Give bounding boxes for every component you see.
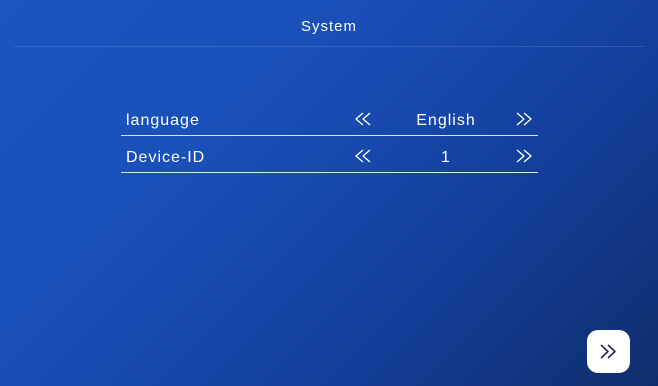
system-screen: System language English Device-ID 1 [0, 0, 658, 386]
double-chevron-right-icon [516, 149, 532, 163]
double-chevron-left-icon [355, 112, 371, 126]
setting-label-device-id: Device-ID [126, 149, 206, 166]
device-id-next-button[interactable] [515, 147, 533, 165]
setting-value-device-id: 1 [441, 149, 451, 166]
setting-label-language: language [126, 112, 200, 129]
device-id-prev-button[interactable] [354, 147, 372, 165]
double-chevron-left-icon [355, 149, 371, 163]
title-divider [14, 46, 644, 47]
double-chevron-right-icon [600, 344, 616, 359]
page-title: System [300, 18, 357, 35]
setting-row-device-id: Device-ID 1 [121, 145, 538, 173]
language-next-button[interactable] [515, 110, 533, 128]
row-divider [121, 171, 538, 173]
double-chevron-right-icon [516, 112, 532, 126]
next-page-button[interactable] [587, 330, 630, 373]
setting-row-language: language English [121, 108, 538, 136]
setting-value-language: English [416, 112, 476, 129]
language-prev-button[interactable] [354, 110, 372, 128]
row-divider [121, 134, 538, 136]
